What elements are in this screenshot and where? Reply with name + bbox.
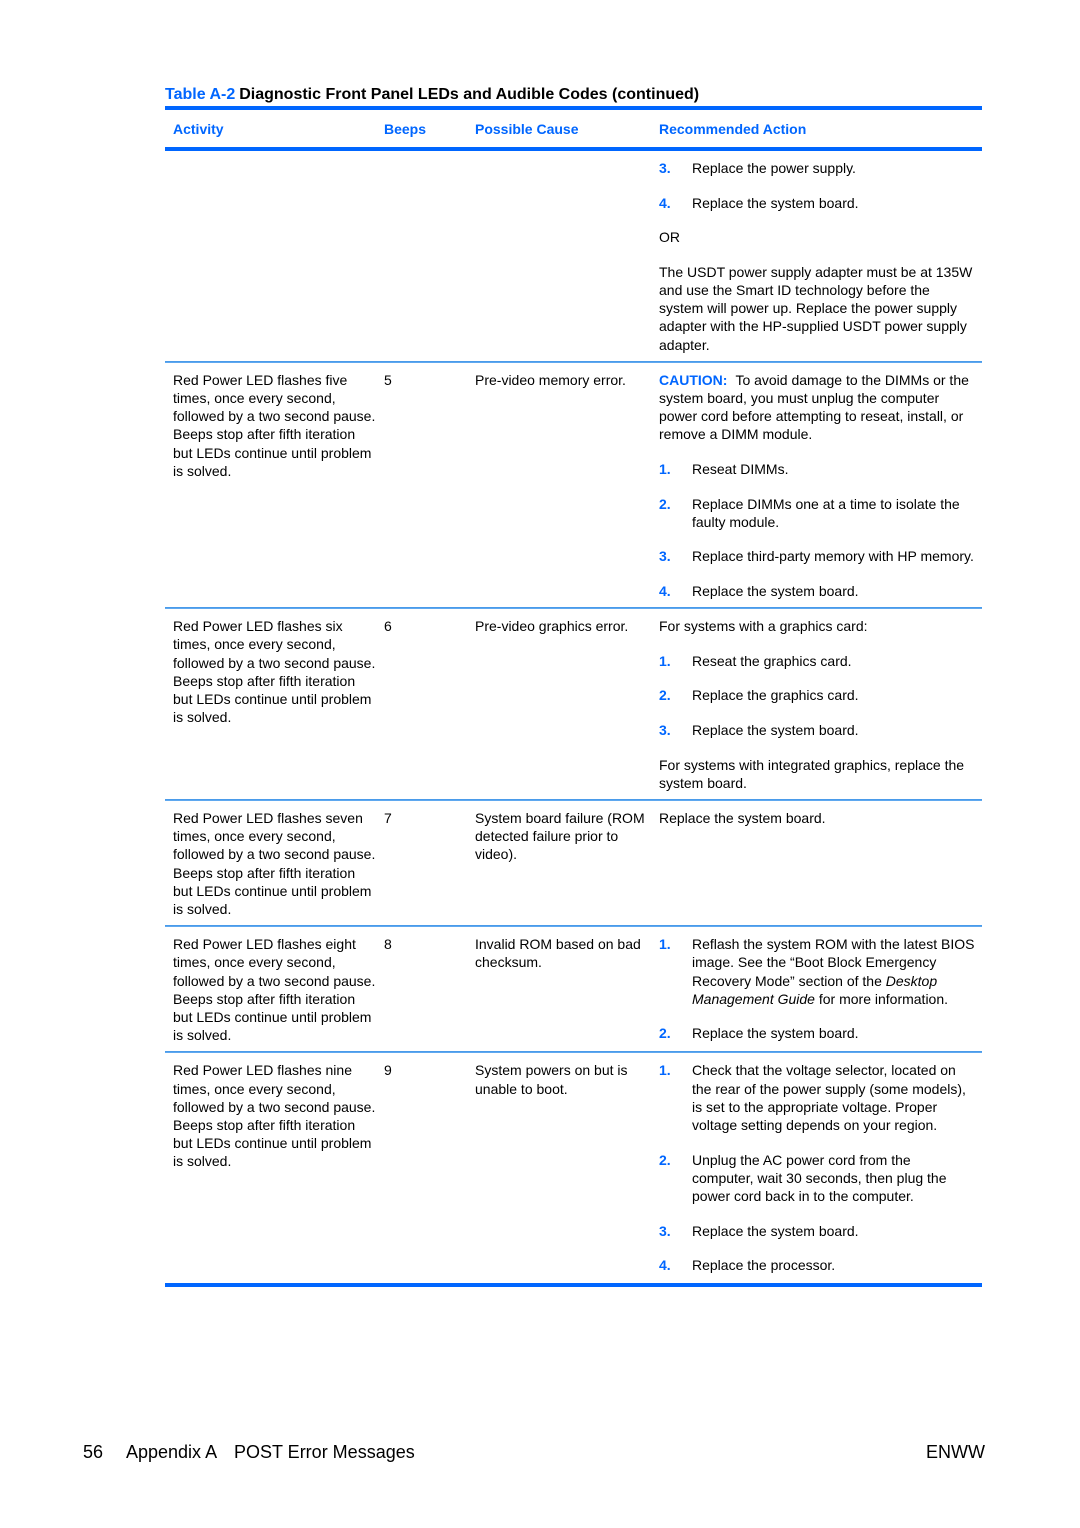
table-row: Red Power LED flashes eight times, once … <box>165 927 982 1051</box>
step-number: 3. <box>659 1222 671 1239</box>
action-step: 2. Replace DIMMs one at a time to isolat… <box>659 495 976 531</box>
cell-recommended-action: Replace the system board. <box>651 801 982 925</box>
page-number: 56 <box>83 1442 104 1462</box>
step-number: 4. <box>659 1257 671 1274</box>
step-text: Replace the graphics card. <box>692 687 859 704</box>
cell-beeps: 8 <box>384 936 392 953</box>
table-title: Diagnostic Front Panel LEDs and Audible … <box>239 86 700 103</box>
step-text-part: for more information. <box>814 990 949 1007</box>
step-number: 3. <box>659 721 671 738</box>
table-header-row: Activity Beeps Possible Cause Recommende… <box>165 110 982 147</box>
step-text: Replace the system board. <box>692 721 859 738</box>
footer-section: Appendix A <box>126 1442 218 1462</box>
step-text: Replace the system board. <box>692 582 859 599</box>
step-number: 1. <box>659 1062 671 1079</box>
table-row: Red Power LED flashes seven times, once … <box>165 801 982 925</box>
action-step: 3. Replace the power supply. <box>659 159 976 177</box>
cell-activity: Red Power LED flashes nine times, once e… <box>173 1062 376 1170</box>
cell-recommended-action: 3. Replace the power supply. 4. Replace … <box>651 151 982 361</box>
step-text: Replace the system board. <box>692 1025 859 1042</box>
step-text: Replace the processor. <box>692 1257 836 1274</box>
step-text: Unplug the AC power cord from the comput… <box>692 1151 947 1205</box>
step-number: 2. <box>659 687 671 704</box>
cell-possible-cause: System powers on but is unable to boot. <box>475 1062 628 1097</box>
action-outro: For systems with integrated graphics, re… <box>659 756 965 791</box>
or-separator: OR <box>659 229 680 246</box>
cell-activity: Red Power LED flashes five times, once e… <box>173 371 376 479</box>
step-number: 1. <box>659 461 671 477</box>
step-text: Replace third-party memory with HP memor… <box>692 548 974 565</box>
step-number: 1. <box>659 936 671 953</box>
cell-possible-cause: System board failure (ROM detected failu… <box>475 809 645 863</box>
cell-beeps: 5 <box>384 371 392 388</box>
cell-possible-cause: Pre-video graphics error. <box>475 618 629 635</box>
table-row: Red Power LED flashes six times, once ev… <box>165 609 982 799</box>
table-row: 3. Replace the power supply. 4. Replace … <box>165 151 982 361</box>
cell-recommended-action: 1. Reflash the system ROM with the lates… <box>651 927 982 1051</box>
step-text: Replace the system board. <box>692 194 859 211</box>
table-label: Table A-2 <box>165 86 236 103</box>
step-number: 2. <box>659 1151 671 1168</box>
step-text: Reseat the graphics card. <box>692 652 852 669</box>
caution-note: CAUTION: To avoid damage to the DIMMs or … <box>659 371 976 444</box>
step-text: Replace the power supply. <box>692 160 856 176</box>
action-step: 1. Reseat DIMMs. <box>659 460 976 478</box>
column-header-recommended-action: Recommended Action <box>659 120 807 137</box>
action-step: 3. Replace the system board. <box>659 721 976 739</box>
step-number: 2. <box>659 495 671 512</box>
action-intro: For systems with a graphics card: <box>659 618 868 635</box>
cell-beeps: 9 <box>384 1062 392 1079</box>
action-step: 3. Replace the system board. <box>659 1222 976 1240</box>
footer-section-title: POST Error Messages <box>234 1442 415 1462</box>
step-number: 3. <box>659 548 671 565</box>
action-step: 4. Replace the processor. <box>659 1256 976 1274</box>
page-footer: 56 Appendix A POST Error Messages ENWW <box>83 1440 985 1464</box>
action-step: 4. Replace the system board. <box>659 582 976 600</box>
cell-beeps: 7 <box>384 809 392 826</box>
column-header-possible-cause: Possible Cause <box>475 120 579 137</box>
step-number: 3. <box>659 160 671 176</box>
cell-possible-cause: Pre-video memory error. <box>475 371 626 388</box>
cell-recommended-action: CAUTION: To avoid damage to the DIMMs or … <box>651 363 982 607</box>
cell-beeps: 6 <box>384 618 392 635</box>
cell-recommended-action: 1. Check that the voltage selector, loca… <box>651 1053 982 1283</box>
column-header-activity: Activity <box>173 120 224 137</box>
caution-label: CAUTION: <box>659 371 728 388</box>
step-text: Replace the system board. <box>692 1222 859 1239</box>
table-row: Red Power LED flashes nine times, once e… <box>165 1053 982 1283</box>
step-number: 4. <box>659 194 671 211</box>
document-page: Table A-2 Diagnostic Front Panel LEDs and… <box>165 84 982 1288</box>
action-step: 1. Check that the voltage selector, loca… <box>659 1061 976 1134</box>
action-step: 4. Replace the system board. <box>659 194 976 212</box>
footer-locale: ENWW <box>926 1442 985 1462</box>
cell-possible-cause <box>467 151 651 361</box>
table-bottom-rule <box>165 1283 982 1288</box>
action-step: 1. Reseat the graphics card. <box>659 652 976 670</box>
step-number: 2. <box>659 1025 671 1042</box>
step-text: Check that the voltage selector, located… <box>692 1062 966 1134</box>
step-text: Reflash the system ROM with the latest B… <box>692 935 976 1008</box>
cell-activity: Red Power LED flashes eight times, once … <box>173 936 376 1044</box>
action-step: 2. Replace the graphics card. <box>659 686 976 704</box>
cell-recommended-action: For systems with a graphics card: 1. Res… <box>651 609 982 799</box>
cell-beeps <box>376 151 467 361</box>
action-step: 3. Replace third-party memory with HP me… <box>659 547 976 565</box>
action-note: The USDT power supply adapter must be at… <box>659 263 973 353</box>
cell-activity: Red Power LED flashes six times, once ev… <box>173 618 376 726</box>
action-text: Replace the system board. <box>659 809 826 826</box>
step-number: 4. <box>659 582 671 599</box>
table-caption: Table A-2 Diagnostic Front Panel LEDs and… <box>165 84 982 106</box>
action-step: 1. Reflash the system ROM with the lates… <box>659 935 976 1008</box>
column-header-beeps: Beeps <box>384 120 427 137</box>
step-number: 1. <box>659 652 671 669</box>
cell-possible-cause: Invalid ROM based on bad checksum. <box>475 936 641 971</box>
step-text: Replace DIMMs one at a time to isolate t… <box>692 495 960 530</box>
action-step: 2. Replace the system board. <box>659 1024 976 1042</box>
cell-activity <box>165 151 376 361</box>
step-text: Reseat DIMMs. <box>692 461 789 477</box>
cell-activity: Red Power LED flashes seven times, once … <box>173 809 376 917</box>
action-step: 2. Unplug the AC power cord from the com… <box>659 1151 976 1206</box>
table-row: Red Power LED flashes five times, once e… <box>165 363 982 607</box>
